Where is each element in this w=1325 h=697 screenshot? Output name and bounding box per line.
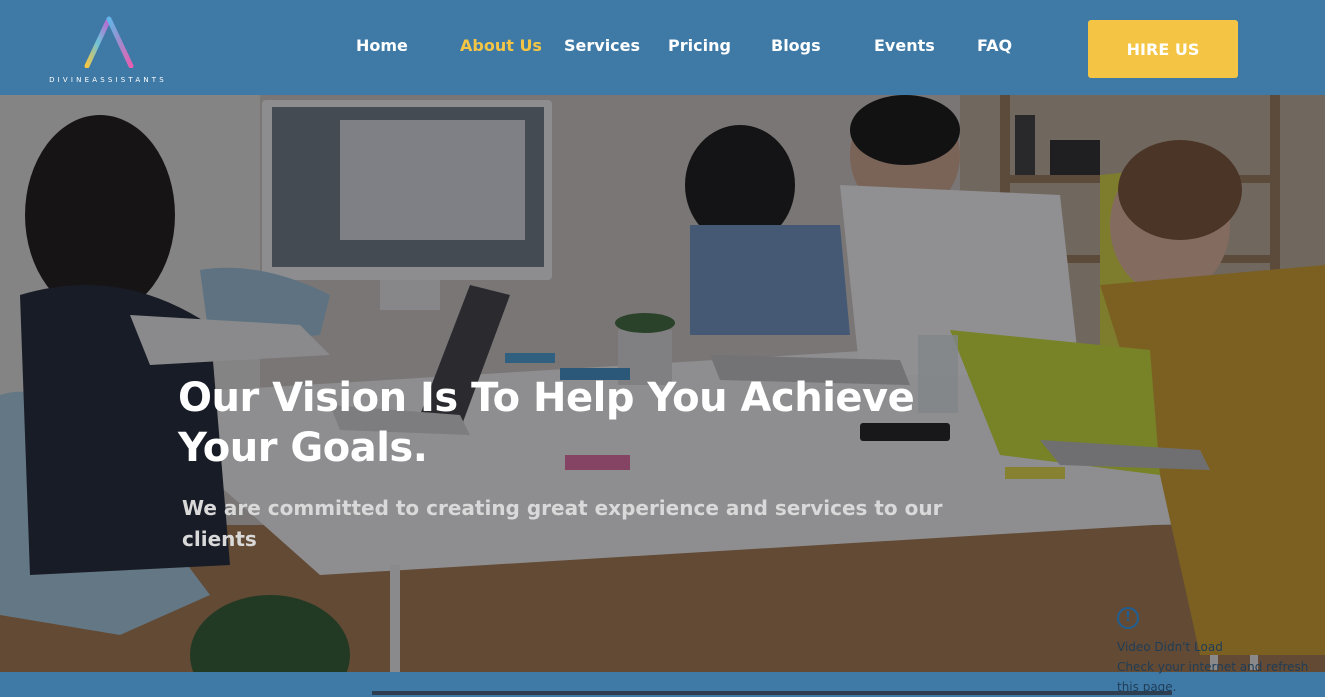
nav-services[interactable]: Services <box>564 36 640 55</box>
nav-blogs[interactable]: Blogs <box>771 36 821 55</box>
video-error-widget: ! Video Didn't Load Check your internet … <box>1117 607 1317 695</box>
video-error-message: Check your internet and refresh this pag… <box>1117 660 1309 694</box>
hire-us-button[interactable]: HIRE US <box>1088 20 1238 78</box>
nav-home[interactable]: Home <box>356 36 408 55</box>
brand-logo[interactable]: DIVINEASSISTANTS <box>38 14 178 90</box>
logo-triangle-icon <box>84 16 134 68</box>
nav-events[interactable]: Events <box>874 36 935 55</box>
site-header: DIVINEASSISTANTS Home About Us Services … <box>0 0 1325 95</box>
brand-name: DIVINEASSISTANTS <box>49 76 167 84</box>
hero-subtitle: We are committed to creating great exper… <box>182 496 943 551</box>
nav-pricing[interactable]: Pricing <box>668 36 731 55</box>
exclamation-circle-icon: ! <box>1117 607 1139 629</box>
hero-title: Our Vision Is To Help You Achieve Your G… <box>178 375 915 471</box>
nav-faq[interactable]: FAQ <box>977 36 1012 55</box>
hero-section: Our Vision Is To Help You Achieve Your G… <box>0 95 1325 672</box>
bottom-divider <box>372 691 1172 695</box>
video-error-title: Video Didn't Load <box>1117 640 1223 654</box>
nav-about-us[interactable]: About Us <box>460 36 542 55</box>
